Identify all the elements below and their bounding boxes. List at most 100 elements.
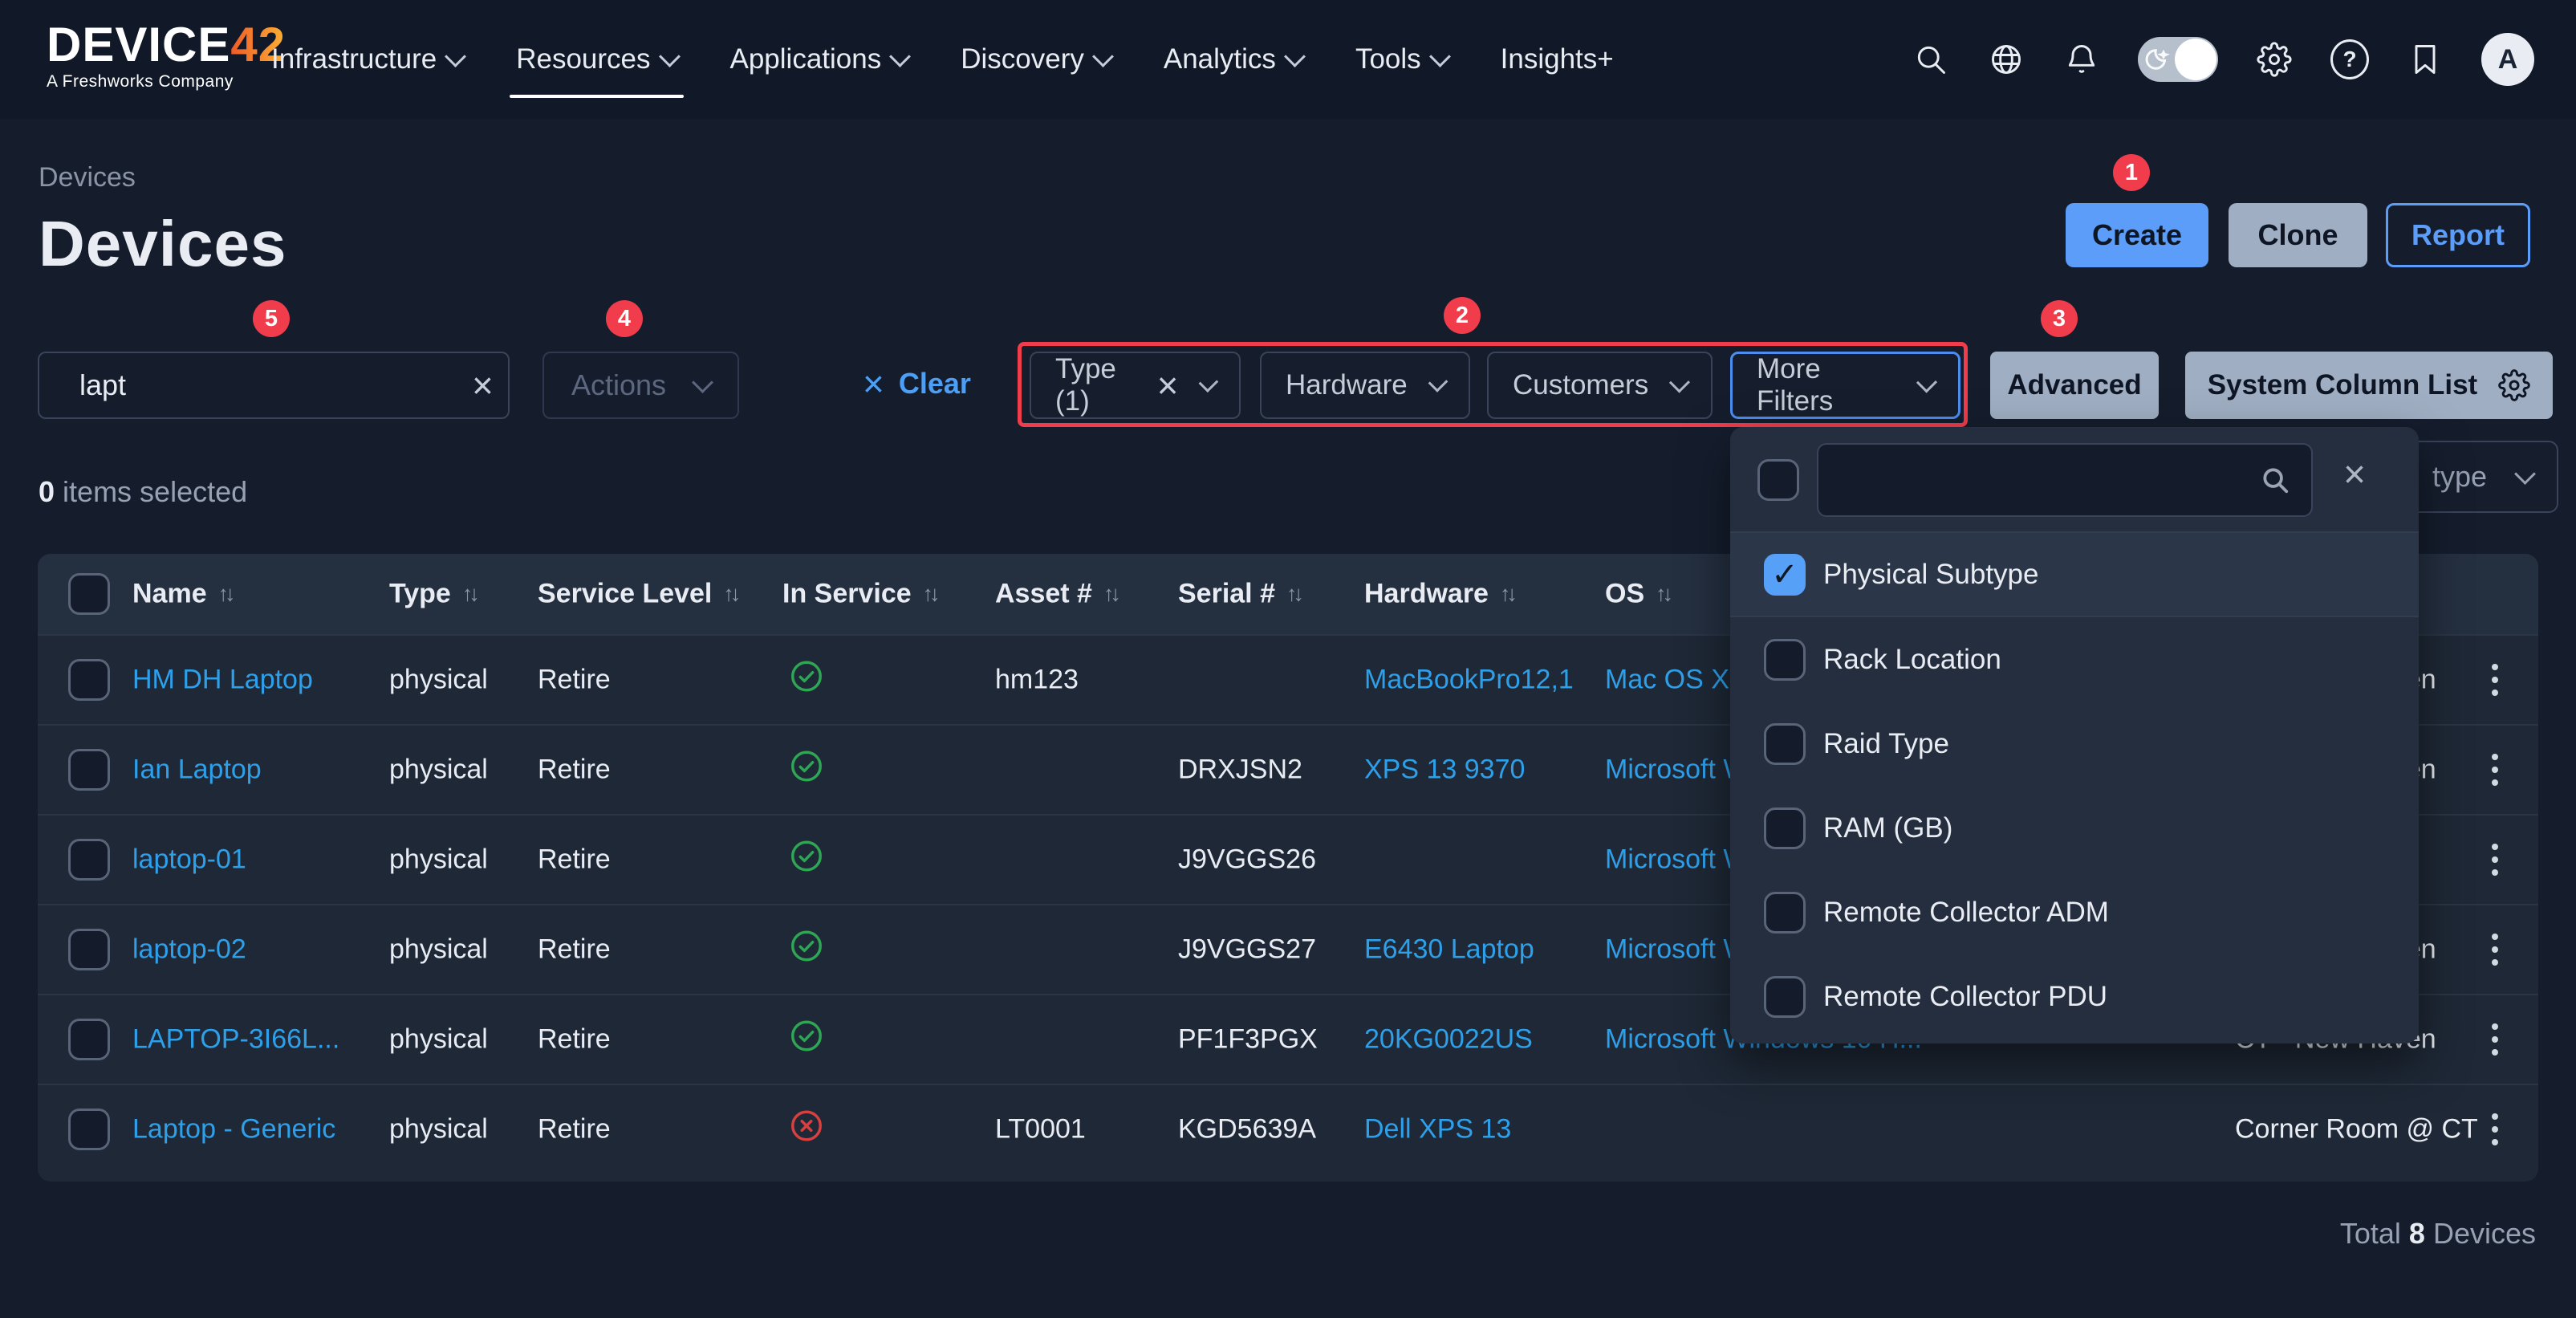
bell-icon[interactable] — [2062, 40, 2101, 79]
item-checkbox[interactable]: ✓ — [1764, 554, 1806, 596]
bookmark-icon[interactable] — [2406, 40, 2444, 79]
device-name-link[interactable]: LAPTOP-3I66L... — [132, 1024, 339, 1056]
device42-logo[interactable]: DEVICE42 A Freshworks Company — [47, 21, 286, 92]
device-search-box[interactable]: × — [38, 352, 510, 419]
gear-icon[interactable] — [2255, 40, 2294, 79]
column-header-type[interactable]: Type↑↓ — [389, 579, 476, 610]
row-menu-kebab[interactable] — [2487, 1109, 2503, 1150]
panel-item-rack-location[interactable]: Rack Location — [1730, 617, 2419, 702]
hardware-link[interactable]: Dell XPS 13 — [1364, 1114, 1511, 1145]
breadcrumb: Devices — [39, 162, 136, 193]
device-name-link[interactable]: laptop-02 — [132, 934, 246, 966]
row-menu-kebab[interactable] — [2487, 839, 2503, 881]
user-avatar[interactable]: A — [2481, 33, 2534, 86]
column-header-asset-[interactable]: Asset #↑↓ — [995, 579, 1117, 610]
row-menu-kebab[interactable] — [2487, 929, 2503, 970]
nav-item-resources[interactable]: Resources — [516, 0, 677, 119]
nav-item-analytics[interactable]: Analytics — [1164, 0, 1302, 119]
item-checkbox[interactable] — [1764, 892, 1806, 934]
clear-search-icon[interactable]: × — [472, 367, 494, 404]
panel-item-list: ✓Physical SubtypeRack LocationRaid TypeR… — [1730, 533, 2419, 1039]
kebab-icon — [2487, 929, 2503, 970]
sort-icon[interactable]: ↑↓ — [218, 582, 232, 607]
device-name-link[interactable]: Laptop - Generic — [132, 1114, 335, 1145]
nav-item-insights-[interactable]: Insights+ — [1501, 0, 1614, 119]
clear-filter-icon[interactable]: × — [1157, 367, 1179, 404]
in-service-check-icon — [788, 658, 825, 702]
select-all-checkbox[interactable] — [1757, 459, 1799, 501]
row-menu-kebab[interactable] — [2487, 659, 2503, 701]
sort-icon[interactable]: ↑↓ — [1500, 582, 1514, 607]
search-input[interactable] — [78, 368, 454, 403]
sort-icon[interactable]: ↑↓ — [462, 582, 476, 607]
hardware-link[interactable]: 20KG0022US — [1364, 1024, 1533, 1056]
nav-item-tools[interactable]: Tools — [1355, 0, 1448, 119]
panel-search-input[interactable] — [1839, 464, 2247, 497]
service-level: Retire — [538, 755, 611, 786]
panel-item-raid-type[interactable]: Raid Type — [1730, 702, 2419, 786]
sort-icon[interactable]: ↑↓ — [923, 582, 937, 607]
os-link[interactable]: Mac OS X — [1605, 665, 1729, 696]
help-icon[interactable]: ? — [2330, 40, 2369, 79]
item-checkbox[interactable] — [1764, 723, 1806, 765]
item-checkbox[interactable] — [1764, 807, 1806, 849]
close-icon[interactable]: × — [2343, 456, 2366, 494]
sort-icon[interactable]: ↑↓ — [1656, 582, 1669, 607]
filter-button-hardware[interactable]: Hardware — [1260, 352, 1470, 419]
globe-icon[interactable] — [1987, 40, 2025, 79]
dark-mode-toggle[interactable] — [2138, 37, 2218, 82]
device-name-link[interactable]: Ian Laptop — [132, 755, 262, 786]
column-header-name[interactable]: Name↑↓ — [132, 579, 232, 610]
row-checkbox[interactable] — [68, 1109, 110, 1150]
nav-item-discovery[interactable]: Discovery — [961, 0, 1111, 119]
system-column-list-button[interactable]: System Column List — [2185, 352, 2553, 419]
row-menu-kebab[interactable] — [2487, 1019, 2503, 1060]
row-checkbox[interactable] — [68, 929, 110, 970]
device-type: physical — [389, 1024, 488, 1056]
nav-item-infrastructure[interactable]: Infrastructure — [271, 0, 463, 119]
device-name-link[interactable]: laptop-01 — [132, 844, 246, 876]
hardware-link[interactable]: E6430 Laptop — [1364, 934, 1534, 966]
actions-dropdown[interactable]: Actions — [542, 352, 739, 419]
row-checkbox[interactable] — [68, 749, 110, 791]
panel-item-ram-gb-[interactable]: RAM (GB) — [1730, 786, 2419, 870]
report-button[interactable]: Report — [2386, 203, 2530, 267]
page-title: Devices — [39, 207, 286, 281]
panel-item-remote-collector-adm[interactable]: Remote Collector ADM — [1730, 870, 2419, 954]
item-checkbox[interactable] — [1764, 976, 1806, 1018]
hardware-link[interactable]: MacBookPro12,1 — [1364, 665, 1574, 696]
filter-button-customers[interactable]: Customers — [1487, 352, 1713, 419]
sort-icon[interactable]: ↑↓ — [1103, 582, 1117, 607]
row-checkbox[interactable] — [68, 1019, 110, 1060]
clone-button[interactable]: Clone — [2229, 203, 2367, 267]
filter-button-type-[interactable]: Type (1)× — [1030, 352, 1241, 419]
device-name-link[interactable]: HM DH Laptop — [132, 665, 313, 696]
chevron-down-icon — [1669, 372, 1690, 393]
panel-item-physical-subtype[interactable]: ✓Physical Subtype — [1730, 533, 2419, 617]
clear-filters-button[interactable]: × Clear — [863, 365, 971, 402]
column-header-os[interactable]: OS↑↓ — [1605, 579, 1669, 610]
search-icon[interactable] — [1912, 40, 1950, 79]
column-header-hardware[interactable]: Hardware↑↓ — [1364, 579, 1514, 610]
item-checkbox[interactable] — [1764, 639, 1806, 681]
row-checkbox[interactable] — [68, 839, 110, 881]
row-menu-kebab[interactable] — [2487, 749, 2503, 791]
panel-item-remote-collector-pdu[interactable]: Remote Collector PDU — [1730, 954, 2419, 1039]
panel-search-box[interactable] — [1817, 443, 2313, 517]
advanced-button[interactable]: Advanced — [1990, 352, 2159, 419]
row-checkbox[interactable] — [68, 659, 110, 701]
column-header-service-level[interactable]: Service Level↑↓ — [538, 579, 737, 610]
create-button[interactable]: Create — [2066, 203, 2208, 267]
in-service-check-icon — [788, 1018, 825, 1062]
filter-button-more-filters[interactable]: More Filters — [1730, 352, 1960, 419]
column-header-serial-[interactable]: Serial #↑↓ — [1178, 579, 1300, 610]
nav-item-applications[interactable]: Applications — [730, 0, 908, 119]
location: Corner Room @ CT — [2235, 1114, 2478, 1145]
select-all-checkbox[interactable] — [68, 573, 110, 615]
chevron-down-icon — [445, 46, 466, 67]
column-header-in-service[interactable]: In Service↑↓ — [782, 579, 937, 610]
hardware-link[interactable]: XPS 13 9370 — [1364, 755, 1525, 786]
chevron-down-icon — [1092, 46, 1114, 67]
sort-icon[interactable]: ↑↓ — [723, 582, 737, 607]
sort-icon[interactable]: ↑↓ — [1286, 582, 1300, 607]
